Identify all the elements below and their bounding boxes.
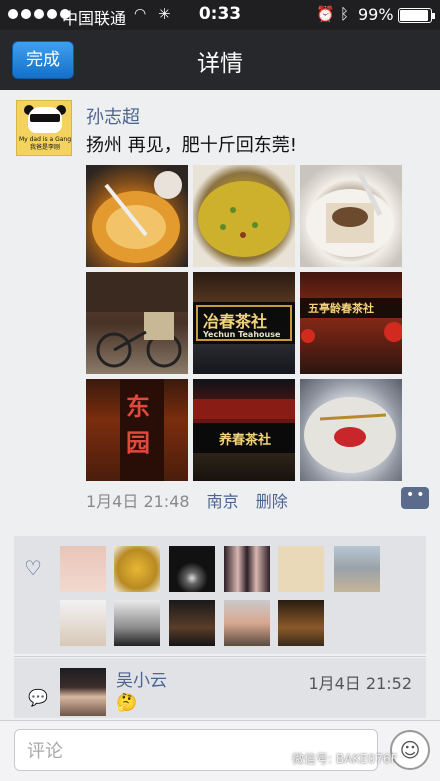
sign-text-yangchun: 养春茶社 bbox=[219, 433, 272, 448]
liker-avatar[interactable] bbox=[224, 600, 270, 646]
liker-avatar[interactable] bbox=[224, 546, 270, 592]
comment-action-button[interactable] bbox=[401, 487, 429, 509]
sign-text-english: Yechun Teahouse bbox=[203, 330, 281, 339]
photo-yangchun-teahouse[interactable]: 养春茶社 bbox=[193, 379, 295, 481]
liker-avatar[interactable] bbox=[60, 546, 106, 592]
post-meta: 1月4日 21:48 南京 删除 bbox=[86, 488, 288, 512]
liker-avatar[interactable] bbox=[60, 600, 106, 646]
watermark: 微信号: BAKE076F bbox=[292, 752, 398, 766]
liker-avatar[interactable] bbox=[278, 600, 324, 646]
photo-wutingling-teahouse[interactable]: 五亭龄春茶社 bbox=[300, 272, 402, 374]
liker-avatar[interactable] bbox=[114, 546, 160, 592]
photo-teahouse-sign[interactable]: 冶春茶社 Yechun Teahouse bbox=[193, 272, 295, 374]
liker-avatar[interactable] bbox=[169, 600, 215, 646]
commenter-avatar[interactable] bbox=[60, 668, 106, 716]
photo-noodle-soup[interactable] bbox=[86, 165, 188, 267]
photo-decorative-plate[interactable] bbox=[300, 379, 402, 481]
heart-icon: ♡ bbox=[24, 556, 42, 580]
comment-content: 🤔 bbox=[116, 693, 138, 713]
sign-text-chinese: 冶春茶社 bbox=[203, 312, 268, 331]
comment-time: 1月4日 21:52 bbox=[308, 674, 412, 693]
delete-link[interactable]: 删除 bbox=[256, 492, 288, 511]
author-name[interactable]: 孙志超 bbox=[86, 103, 140, 129]
photo-tofu-dish[interactable] bbox=[300, 165, 402, 267]
battery-percent: 99% bbox=[358, 5, 394, 24]
liker-avatar[interactable] bbox=[278, 546, 324, 592]
navigation-bar: 完成 详情 bbox=[0, 30, 440, 90]
divider bbox=[14, 656, 426, 657]
post-text: 扬州 再见，肥十斤回东莞! bbox=[86, 135, 297, 156]
liker-avatar[interactable] bbox=[334, 546, 380, 592]
bluetooth-icon: ᛒ bbox=[340, 5, 350, 23]
comment-icon: 💬 bbox=[28, 688, 48, 707]
sign-text-wuting: 五亭龄春茶社 bbox=[308, 302, 374, 315]
photo-rickshaw-street[interactable] bbox=[86, 272, 188, 374]
alarm-icon: ⏰ bbox=[316, 5, 335, 23]
comment-row: 💬 吴小云 1月4日 21:52 🤔 bbox=[14, 658, 426, 718]
battery-icon bbox=[398, 8, 435, 23]
page-title: 详情 bbox=[197, 51, 243, 77]
sign-text-dongyuan: 东园 bbox=[126, 393, 150, 457]
photo-fried-rice[interactable] bbox=[193, 165, 295, 267]
avatar-caption-line1: My dad is a Gang bbox=[18, 136, 72, 143]
status-bar: 中国联通 ◠ ✳ 0:33 ⏰ ᛒ 99% bbox=[0, 0, 440, 30]
likes-panel: ♡ bbox=[14, 536, 426, 654]
post-date: 1月4日 21:48 bbox=[86, 492, 190, 511]
photo-dongyuan-sign[interactable]: 东园 bbox=[86, 379, 188, 481]
liker-avatar[interactable] bbox=[169, 546, 215, 592]
photo-grid: 冶春茶社 Yechun Teahouse 五亭龄春茶社 东园 养春茶社 bbox=[86, 165, 402, 481]
avatar-caption-line2: 我爸是李刚 bbox=[29, 144, 60, 151]
author-avatar[interactable]: My dad is a Gang 我爸是李刚 bbox=[16, 100, 72, 156]
liker-avatar[interactable] bbox=[114, 600, 160, 646]
post-location[interactable]: 南京 bbox=[207, 492, 239, 511]
sunglasses-icon bbox=[30, 114, 60, 122]
avatar-caption: My dad is a Gang 我爸是李刚 bbox=[17, 136, 72, 152]
commenter-name[interactable]: 吴小云 bbox=[116, 666, 167, 691]
